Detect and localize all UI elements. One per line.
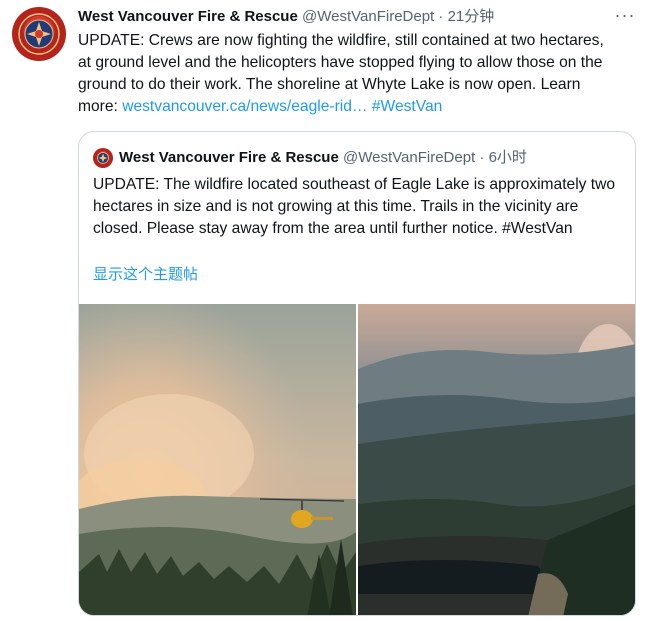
quoted-author-handle[interactable]: @WestVanFireDept xyxy=(343,149,475,166)
author-name[interactable]: West Vancouver Fire & Rescue xyxy=(78,8,298,25)
author-avatar[interactable] xyxy=(12,7,66,61)
wildfire-helicopter-image xyxy=(79,304,356,615)
tweet-link[interactable]: westvancouver.ca/news/eagle-rid… xyxy=(122,98,367,115)
quoted-author-avatar[interactable] xyxy=(93,148,113,168)
quoted-timestamp[interactable]: 6小时 xyxy=(489,149,527,166)
quoted-tweet[interactable]: West Vancouver Fire & Rescue @WestVanFir… xyxy=(78,131,636,616)
fire-rescue-badge-icon xyxy=(97,152,109,164)
quoted-separator-dot: · xyxy=(479,149,485,166)
tweet-hashtag[interactable]: #WestVan xyxy=(372,98,443,115)
tweet-timestamp[interactable]: 21分钟 xyxy=(448,8,495,25)
tweet-text: UPDATE: Crews are now fighting the wildf… xyxy=(78,30,613,118)
photo-wildfire-helicopter[interactable] xyxy=(79,304,356,615)
show-thread-link[interactable]: 显示这个主题帖 xyxy=(93,265,198,285)
photo-wildfire-lake[interactable] xyxy=(358,304,635,615)
fire-rescue-badge-icon xyxy=(18,13,60,55)
more-options-icon[interactable]: ··· xyxy=(608,6,642,30)
wildfire-lake-image xyxy=(358,304,635,615)
tweet[interactable]: West Vancouver Fire & Rescue @WestVanFir… xyxy=(0,0,650,621)
separator-dot: · xyxy=(438,8,444,25)
quoted-tweet-header: West Vancouver Fire & Rescue @WestVanFir… xyxy=(119,148,527,168)
quoted-tweet-text: UPDATE: The wildfire located southeast o… xyxy=(93,176,616,237)
tweet-header: West Vancouver Fire & Rescue @WestVanFir… xyxy=(78,7,494,27)
quoted-author-name[interactable]: West Vancouver Fire & Rescue xyxy=(119,149,339,166)
author-handle[interactable]: @WestVanFireDept xyxy=(302,8,434,25)
